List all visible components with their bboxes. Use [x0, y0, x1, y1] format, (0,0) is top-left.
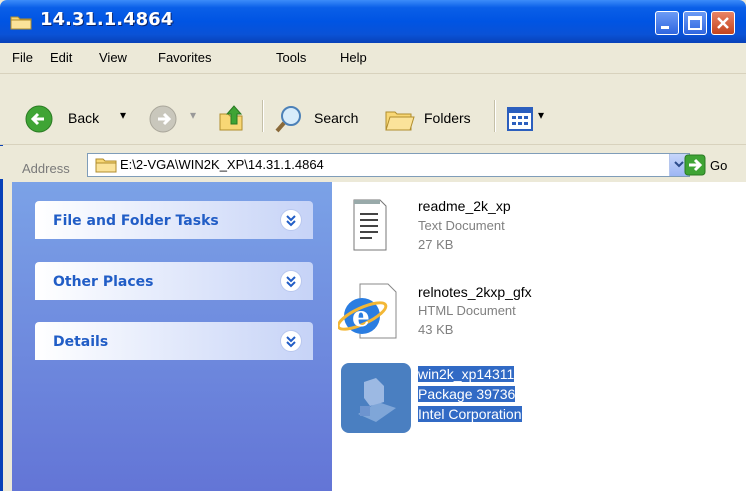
close-icon [717, 17, 729, 29]
details-panel[interactable]: Details [35, 322, 313, 360]
search-icon [275, 106, 301, 133]
text-document-icon [353, 199, 387, 251]
folder-icon [10, 16, 32, 30]
address-value[interactable]: E:\2-VGA\WIN2K_XP\14.31.1.4864 [120, 157, 324, 172]
package-icon [341, 363, 411, 433]
back-button[interactable]: Back ▾ [24, 104, 142, 134]
chevron-down-icon[interactable] [280, 330, 302, 352]
file-name: readme_2k_xp [418, 198, 511, 214]
other-places-panel[interactable]: Other Places [35, 262, 313, 300]
views-dropdown-icon: ▾ [538, 108, 545, 122]
toolbar-separator [494, 100, 496, 132]
folders-button[interactable]: Folders [384, 104, 484, 134]
title-bar[interactable]: 14.31.1.4864 [0, 0, 746, 43]
maximize-icon [688, 16, 702, 30]
views-button[interactable]: ▾ [506, 104, 552, 134]
panel-title: Other Places [53, 274, 154, 290]
file-folder-tasks-panel[interactable]: File and Folder Tasks [35, 201, 313, 239]
file-item[interactable]: readme_2k_xp Text Document 27 KB [344, 196, 564, 262]
close-button[interactable] [711, 11, 735, 35]
up-folder-icon[interactable] [216, 102, 248, 134]
menu-edit[interactable]: Edit [50, 50, 72, 65]
file-size: 43 KB [418, 322, 454, 337]
maximize-button[interactable] [683, 11, 707, 35]
file-item-selected[interactable]: win2k_xp14311 Package 39736 Intel Corpor… [340, 362, 560, 434]
explorer-window: 14.31.1.4864 File Edit View Favorites To… [0, 0, 746, 491]
folders-icon [385, 111, 415, 131]
menu-favorites[interactable]: Favorites [158, 50, 211, 65]
file-size: 27 KB [418, 237, 454, 252]
panel-title: Details [53, 334, 109, 350]
folders-label: Folders [424, 110, 471, 126]
file-item[interactable]: e relnotes_2kxp_gfx HTML Document 43 KB [338, 280, 584, 350]
toolbar-separator [262, 100, 264, 132]
menu-file[interactable]: File [12, 50, 33, 65]
menu-tools[interactable]: Tools [276, 50, 306, 65]
chevron-down-icon[interactable] [280, 270, 302, 292]
back-arrow-icon [25, 105, 53, 133]
minimize-button[interactable] [655, 11, 679, 35]
search-label: Search [314, 110, 359, 126]
menu-bar: File Edit View Favorites Tools Help [0, 43, 746, 111]
file-name: relnotes_2kxp_gfx [418, 284, 532, 300]
minimize-icon [661, 26, 669, 29]
svg-text:e: e [352, 300, 370, 333]
search-button[interactable]: Search [274, 104, 374, 134]
window-title: 14.31.1.4864 [40, 9, 174, 30]
back-label: Back [68, 110, 100, 126]
go-arrow-icon [684, 154, 706, 176]
menu-view[interactable]: View [99, 50, 127, 65]
chevron-down-icon[interactable] [280, 209, 302, 231]
menu-help[interactable]: Help [340, 50, 367, 65]
forward-dropdown-icon[interactable]: ▾ [190, 108, 196, 122]
file-type: Package 39736 [418, 386, 516, 402]
forward-arrow-icon [149, 105, 177, 133]
html-document-icon: e [338, 283, 397, 339]
file-type: HTML Document [418, 303, 516, 318]
file-company: Intel Corporation [418, 406, 522, 422]
back-dropdown-icon[interactable]: ▾ [120, 108, 126, 122]
file-name: win2k_xp14311 [418, 366, 515, 382]
views-icon [507, 107, 533, 131]
file-type: Text Document [418, 218, 505, 233]
forward-button[interactable]: ▾ [148, 104, 208, 134]
panel-title: File and Folder Tasks [53, 213, 219, 229]
folder-icon [95, 158, 117, 173]
go-label: Go [710, 158, 728, 173]
address-label: Address [22, 161, 70, 176]
